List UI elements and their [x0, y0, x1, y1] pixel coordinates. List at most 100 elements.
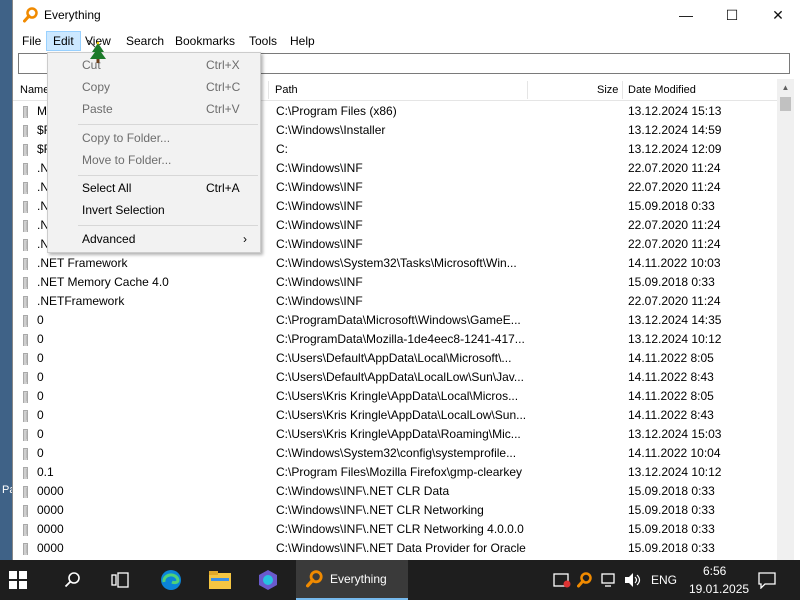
minimize-icon[interactable]: —: [663, 0, 709, 30]
row-path: C:\Windows\INF: [276, 294, 363, 308]
folder-icon: [23, 543, 35, 555]
column-divider[interactable]: [268, 81, 269, 99]
table-row[interactable]: 0 C:\Users\Default\AppData\LocalLow\Sun\J…: [13, 368, 777, 387]
clock-date[interactable]: 19.01.2025: [689, 582, 749, 596]
taskbar-app-label: Everything: [330, 572, 387, 586]
row-date: 22.07.2020 11:24: [628, 237, 721, 251]
column-divider[interactable]: [622, 81, 623, 99]
task-view-icon[interactable]: [110, 570, 130, 590]
network-icon[interactable]: [601, 572, 617, 588]
row-path: C:: [276, 142, 288, 156]
edge-icon[interactable]: [159, 568, 183, 592]
folder-icon: [23, 125, 35, 137]
table-row[interactable]: 0000 C:\Windows\INF\.NET CLR Data 15.09.20…: [13, 482, 777, 501]
folder-icon: [23, 220, 35, 232]
table-row[interactable]: 0000 C:\Windows\INF\.NET Data Provider fo…: [13, 539, 777, 558]
taskbar-everything-button[interactable]: Everything: [296, 560, 408, 600]
row-path: C:\Users\Kris Kringle\AppData\LocalLow\S…: [276, 408, 526, 422]
row-path: C:\Program Files\Mozilla Firefox\gmp-cle…: [276, 465, 523, 479]
row-path: C:\Program Files (x86): [276, 104, 397, 118]
row-date: 13.12.2024 14:35: [628, 313, 722, 327]
menu-item-shortcut: Ctrl+A: [206, 181, 240, 195]
menu-item-move-to-folder[interactable]: Move to Folder...: [49, 149, 260, 171]
everything-tray-icon[interactable]: [577, 571, 593, 589]
language-indicator[interactable]: ENG: [651, 573, 677, 587]
volume-icon[interactable]: [624, 572, 642, 588]
menu-edit[interactable]: Edit: [46, 31, 81, 51]
table-row[interactable]: 0 C:\ProgramData\Mozilla-1de4eec8-1241-41…: [13, 330, 777, 349]
table-row[interactable]: 0000 C:\Windows\INF\.NET CLR Networking 4…: [13, 520, 777, 539]
menu-item-copy[interactable]: Copy Ctrl+C: [49, 76, 260, 98]
row-path: C:\Windows\INF: [276, 161, 363, 175]
column-date-header[interactable]: Date Modified: [628, 79, 696, 101]
menu-item-invert-selection[interactable]: Invert Selection: [49, 199, 260, 221]
column-name-header[interactable]: Name: [20, 79, 49, 101]
menu-item-copy-to-folder[interactable]: Copy to Folder...: [49, 127, 260, 149]
maximize-icon[interactable]: ☐: [709, 0, 755, 30]
row-date: 14.11.2022 10:03: [628, 256, 721, 270]
menu-tools[interactable]: Tools: [243, 31, 283, 51]
table-row[interactable]: .NET Framework C:\Windows\System32\Tasks\…: [13, 254, 777, 273]
table-row[interactable]: 0 C:\Users\Default\AppData\Local\Microsof…: [13, 349, 777, 368]
scroll-up-icon[interactable]: ▲: [777, 79, 794, 96]
edit-menu-dropdown: Cut Ctrl+X Copy Ctrl+C Paste Ctrl+V Copy…: [47, 52, 261, 253]
vertical-scrollbar[interactable]: ▲: [777, 79, 794, 560]
folder-icon: [23, 372, 35, 384]
menu-item-select-all[interactable]: Select All Ctrl+A: [49, 177, 260, 199]
row-path: C:\Windows\INF\.NET CLR Data: [276, 484, 450, 498]
tray-app-icon[interactable]: [553, 572, 571, 588]
table-row[interactable]: 0.1 C:\Program Files\Mozilla Firefox\gmp-…: [13, 463, 777, 482]
table-row[interactable]: 0 C:\Windows\System32\config\systemprofil…: [13, 444, 777, 463]
menu-separator: [78, 225, 258, 226]
menu-item-cut[interactable]: Cut Ctrl+X: [49, 54, 260, 76]
table-row[interactable]: 0 C:\Users\Kris Kringle\AppData\LocalLow\…: [13, 406, 777, 425]
column-path-header[interactable]: Path: [275, 79, 298, 101]
clock-time[interactable]: 6:56: [703, 564, 726, 578]
copilot-icon[interactable]: [256, 568, 280, 592]
row-name: 0000: [37, 522, 64, 536]
row-path: C:\Windows\System32\Tasks\Microsoft\Win.…: [276, 256, 517, 270]
menu-item-advanced[interactable]: Advanced ›: [49, 228, 260, 250]
row-path: C:\ProgramData\Microsoft\Windows\GameE..…: [276, 313, 521, 327]
table-row[interactable]: .NET Memory Cache 4.0 C:\Windows\INF 15.09…: [13, 273, 777, 292]
folder-icon: [23, 410, 35, 422]
menu-item-label: Select All: [82, 181, 132, 195]
row-date: 13.12.2024 10:12: [628, 332, 722, 346]
menu-item-paste[interactable]: Paste Ctrl+V: [49, 98, 260, 120]
search-icon[interactable]: [63, 570, 83, 590]
row-path: C:\Windows\Installer: [276, 123, 386, 137]
row-date: 13.12.2024 10:12: [628, 465, 722, 479]
folder-icon: [23, 391, 35, 403]
scrollbar-thumb[interactable]: [780, 97, 791, 111]
row-date: 13.12.2024 15:03: [628, 427, 722, 441]
table-row[interactable]: 0000 C:\Windows\INF\.NET CLR Networking 15…: [13, 501, 777, 520]
menu-search[interactable]: Search: [120, 31, 170, 51]
menu-item-shortcut: Ctrl+C: [206, 80, 241, 94]
folder-icon: [23, 315, 35, 327]
notification-icon[interactable]: [758, 571, 776, 589]
row-name: 0: [37, 446, 44, 460]
column-divider[interactable]: [527, 81, 528, 99]
table-row[interactable]: 0 C:\ProgramData\Microsoft\Windows\GameE.…: [13, 311, 777, 330]
file-explorer-icon[interactable]: [208, 569, 232, 591]
window-title: Everything: [44, 8, 101, 22]
folder-icon: [23, 296, 35, 308]
menu-help[interactable]: Help: [284, 31, 321, 51]
table-row[interactable]: .NETFramework C:\Windows\INF 22.07.2020 11…: [13, 292, 777, 311]
folder-icon: [23, 277, 35, 289]
menu-file[interactable]: File: [16, 31, 47, 51]
folder-icon: [23, 182, 35, 194]
menu-bookmarks[interactable]: Bookmarks: [169, 31, 241, 51]
close-icon[interactable]: ✕: [755, 0, 800, 30]
table-row[interactable]: 0 C:\Users\Kris Kringle\AppData\Roaming\M…: [13, 425, 777, 444]
row-date: 15.09.2018 0:33: [628, 541, 715, 555]
row-date: 13.12.2024 12:09: [628, 142, 722, 156]
column-size-header[interactable]: Size: [597, 79, 618, 101]
row-name: 0.1: [37, 465, 54, 479]
menu-item-label: Copy: [82, 80, 111, 94]
row-name: 0: [37, 427, 44, 441]
title-bar[interactable]: Everything — ☐ ✕: [13, 0, 800, 30]
windows-start-icon[interactable]: [8, 570, 28, 590]
row-date: 14.11.2022 10:04: [628, 446, 721, 460]
table-row[interactable]: 0 C:\Users\Kris Kringle\AppData\Local\Mic…: [13, 387, 777, 406]
